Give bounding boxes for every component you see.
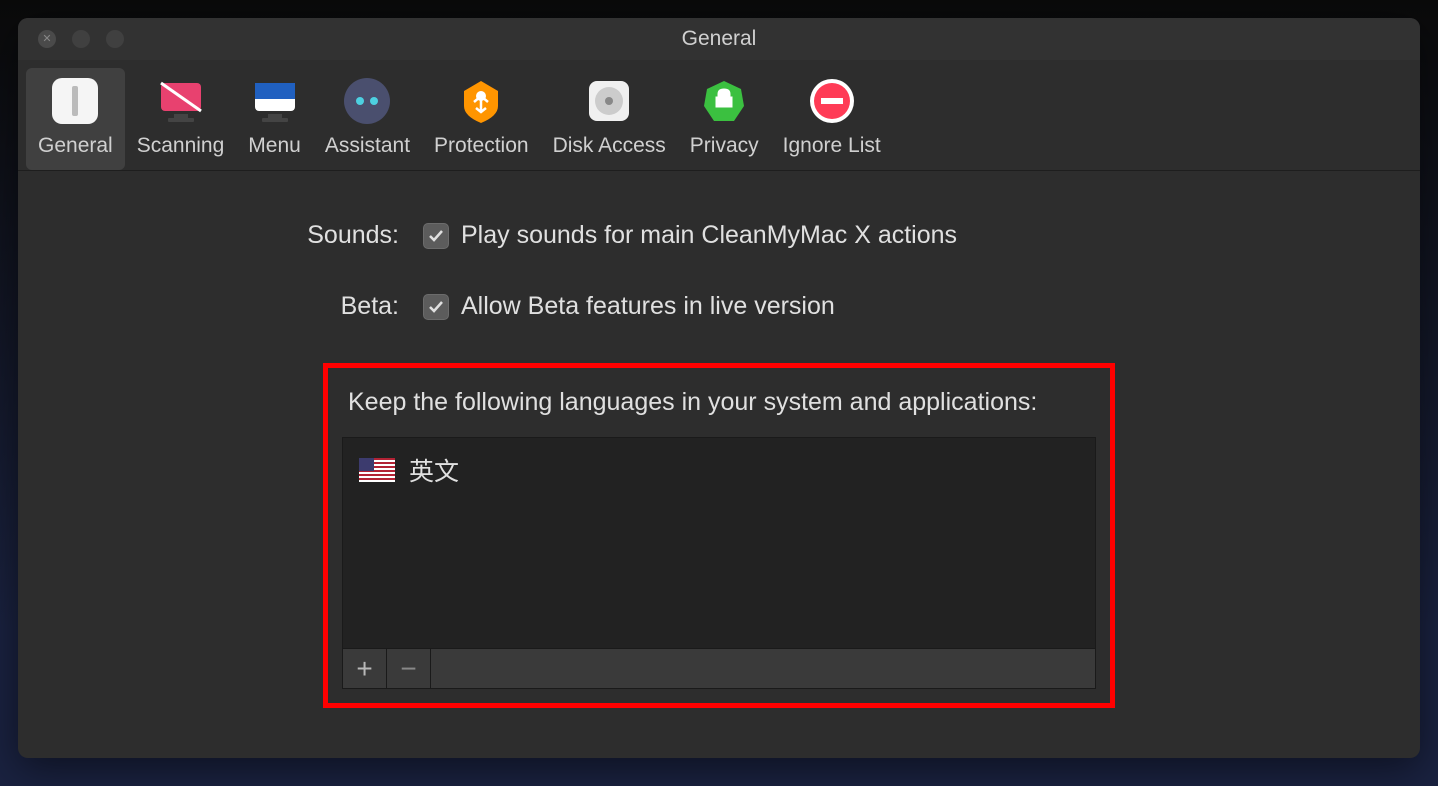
tab-disk-access-label: Disk Access — [553, 134, 666, 158]
tab-assistant[interactable]: Assistant — [313, 68, 422, 170]
ignore-list-icon — [807, 76, 857, 126]
tab-menu[interactable]: Menu — [236, 68, 313, 170]
tab-general[interactable]: General — [26, 68, 125, 170]
tab-privacy[interactable]: Privacy — [678, 68, 771, 170]
tab-privacy-label: Privacy — [690, 134, 759, 158]
tab-ignore-list[interactable]: Ignore List — [771, 68, 893, 170]
disk-access-icon — [584, 76, 634, 126]
privacy-icon — [699, 76, 749, 126]
languages-controls-spacer — [431, 649, 1095, 688]
tab-protection[interactable]: Protection — [422, 68, 541, 170]
sounds-checkbox[interactable] — [423, 223, 449, 249]
tab-disk-access[interactable]: Disk Access — [541, 68, 678, 170]
maximize-window-button[interactable] — [106, 30, 124, 48]
languages-controls: + − — [342, 649, 1096, 689]
sounds-label: Sounds: — [18, 221, 423, 250]
titlebar: General — [18, 18, 1420, 60]
minimize-window-button[interactable] — [72, 30, 90, 48]
remove-language-button[interactable]: − — [387, 649, 431, 688]
sounds-row: Sounds: Play sounds for main CleanMyMac … — [18, 221, 1420, 250]
us-flag-icon — [359, 458, 395, 482]
tab-menu-label: Menu — [248, 134, 301, 158]
close-window-button[interactable] — [38, 30, 56, 48]
add-language-button[interactable]: + — [343, 649, 387, 688]
preferences-window: General General Scanning Menu Assistant — [18, 18, 1420, 758]
beta-checkbox[interactable] — [423, 294, 449, 320]
general-content: Sounds: Play sounds for main CleanMyMac … — [18, 171, 1420, 708]
languages-highlight-box: Keep the following languages in your sys… — [323, 363, 1115, 708]
menu-icon — [250, 76, 300, 126]
languages-list[interactable]: 英文 — [342, 437, 1096, 649]
preferences-toolbar: General Scanning Menu Assistant Protecti… — [18, 60, 1420, 171]
tab-scanning-label: Scanning — [137, 134, 225, 158]
tab-assistant-label: Assistant — [325, 134, 410, 158]
tab-ignore-list-label: Ignore List — [783, 134, 881, 158]
general-icon — [50, 76, 100, 126]
tab-protection-label: Protection — [434, 134, 529, 158]
assistant-icon — [342, 76, 392, 126]
sounds-checkbox-label: Play sounds for main CleanMyMac X action… — [461, 221, 957, 250]
protection-icon — [456, 76, 506, 126]
traffic-lights — [18, 30, 124, 48]
window-title: General — [682, 27, 757, 51]
tab-general-label: General — [38, 134, 113, 158]
beta-row: Beta: Allow Beta features in live versio… — [18, 292, 1420, 321]
languages-heading: Keep the following languages in your sys… — [348, 388, 1096, 417]
tab-scanning[interactable]: Scanning — [125, 68, 237, 170]
language-row[interactable]: 英文 — [343, 438, 1095, 502]
beta-label: Beta: — [18, 292, 423, 321]
language-name: 英文 — [409, 452, 459, 488]
beta-checkbox-label: Allow Beta features in live version — [461, 292, 835, 321]
scanning-icon — [156, 76, 206, 126]
